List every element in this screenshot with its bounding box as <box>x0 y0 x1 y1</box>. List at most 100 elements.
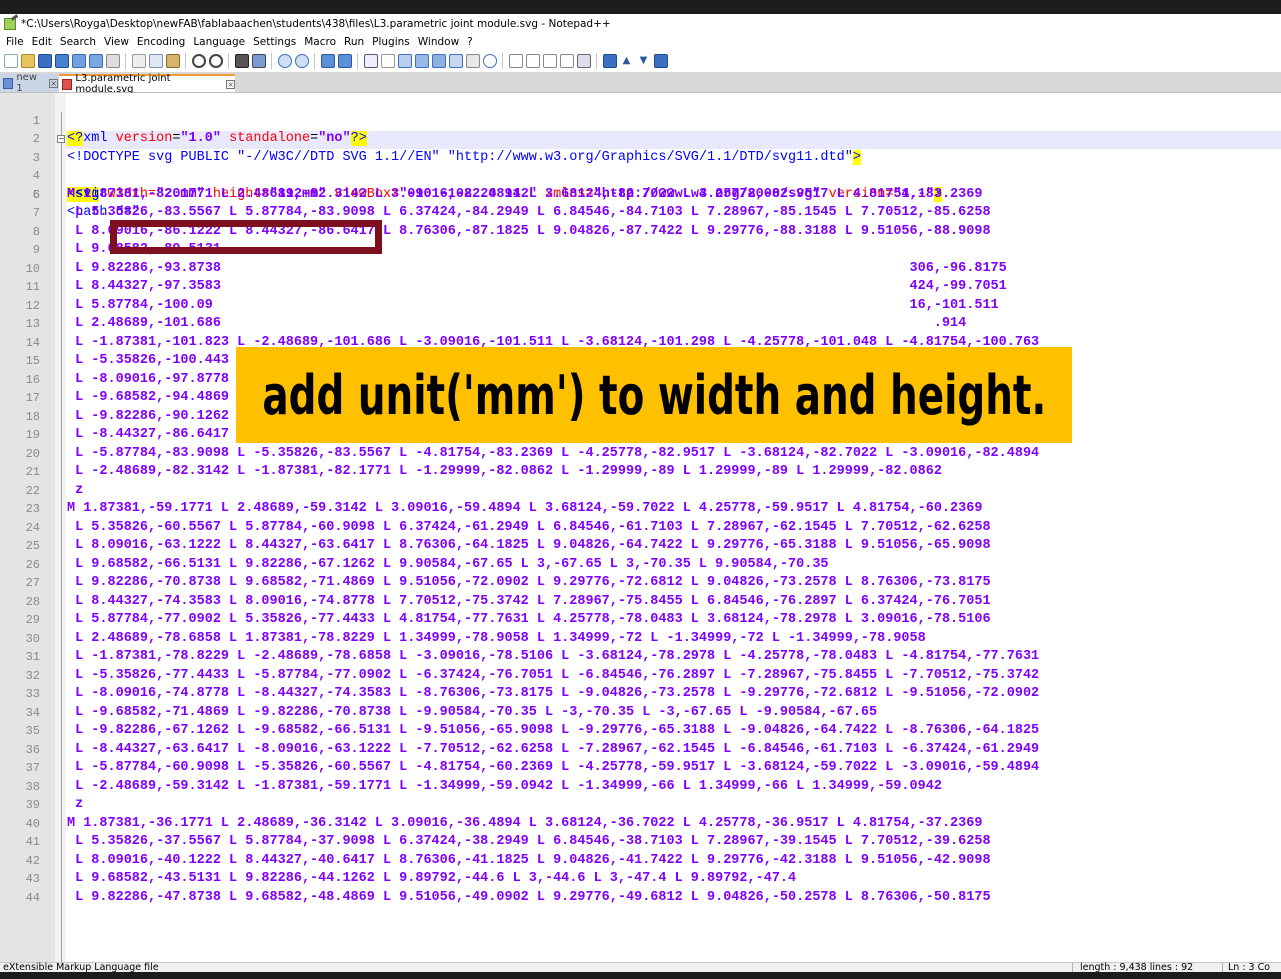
toolbar-separator <box>125 53 126 69</box>
doc-map-icon[interactable] <box>431 54 446 68</box>
zoom-in-icon[interactable] <box>277 54 292 68</box>
title-bar: *C:\Users\Royga\Desktop\newFAB\fablabaac… <box>0 14 1281 34</box>
up-arrow-icon[interactable]: ▲ <box>619 54 634 68</box>
file-icon <box>3 77 14 89</box>
menu-view[interactable]: View <box>100 36 133 48</box>
save-macro-icon[interactable] <box>576 54 591 68</box>
toolbar-separator <box>357 53 358 69</box>
line-number: 7 <box>32 206 40 220</box>
code-line: 30 L 2.48689,-78.6858 L 1.87381,-78.8229… <box>0 630 1281 649</box>
code-line: 23 M 1.87381,-59.1771 L 2.48689,-59.3142 … <box>0 500 1281 519</box>
function-list-icon[interactable] <box>448 54 463 68</box>
code-line: 6 M 1.87381,-82.1771 L 2.48689,-82.3142 L… <box>0 186 1281 205</box>
undo-icon[interactable] <box>191 54 206 68</box>
toolbar-separator <box>271 53 272 69</box>
code-text: z <box>67 797 84 812</box>
code-text: M 1.87381,-36.1771 L 2.48689,-36.3142 L … <box>67 815 983 831</box>
code-text: L 9.82286,-70.8738 L 9.68582,-71.4869 L … <box>67 575 991 590</box>
annotation-callout: add unit('mm') to width and height. <box>236 347 1072 443</box>
code-line: 11 L 8.44327,-97.3583 424,-99.7051 <box>0 278 1281 297</box>
code-line: 4 <tit <box>0 149 1281 202</box>
line-number: 26 <box>25 557 40 572</box>
code-line: 43 L 9.68582,-43.5131 L 9.82286,-44.1262… <box>0 870 1281 889</box>
code-text: L -5.35826,-77.4433 L -5.87784,-77.0902 … <box>67 667 1040 683</box>
play-macro-icon[interactable] <box>542 54 557 68</box>
find-icon[interactable] <box>234 54 249 68</box>
code-text: L -8.44327,-63.6417 L -8.09016,-63.1222 … <box>67 741 1040 757</box>
redo-icon[interactable] <box>208 54 223 68</box>
code-text: L -9.82286,-67.1262 L -9.68582,-66.5131 … <box>67 723 1040 738</box>
code-editor[interactable]: 1 <?xml version="1.0" standalone="no"?> … <box>0 93 1281 962</box>
line-number: 31 <box>25 650 40 664</box>
code-text: L -2.48689,-59.3142 L -1.87381,-59.1771 … <box>67 778 942 794</box>
indent-guide-icon[interactable] <box>397 54 412 68</box>
line-number: 25 <box>25 539 40 553</box>
fold-toggle-icon[interactable]: − <box>57 135 65 143</box>
menu-edit[interactable]: Edit <box>28 36 56 48</box>
cut-icon[interactable] <box>131 54 146 68</box>
line-number: 13 <box>25 317 40 331</box>
paste-icon[interactable] <box>165 54 180 68</box>
code-line: 31 L -1.87381,-78.8229 L -2.48689,-78.68… <box>0 648 1281 667</box>
close-icon[interactable]: × <box>226 79 235 89</box>
toolbar-separator <box>314 53 315 69</box>
line-number: 33 <box>25 687 40 701</box>
folder-workspace-icon[interactable] <box>465 54 480 68</box>
word-wrap-icon[interactable] <box>363 54 378 68</box>
replace-icon[interactable] <box>251 54 266 68</box>
code-text: L -1.87381,-78.8229 L -2.48689,-78.6858 … <box>67 649 1040 664</box>
save-icon[interactable] <box>37 54 52 68</box>
menu-plugins[interactable]: Plugins <box>368 36 414 48</box>
print-icon[interactable] <box>105 54 120 68</box>
close-all-icon[interactable] <box>88 54 103 68</box>
code-text: L 5.35826,-60.5567 L 5.87784,-60.9098 L … <box>67 519 991 535</box>
code-text: L 8.09016,-63.1222 L 8.44327,-63.6417 L … <box>67 538 991 553</box>
code-line: 28 L 8.44327,-74.3583 L 8.09016,-74.8778… <box>0 593 1281 612</box>
open-file-icon[interactable] <box>20 54 35 68</box>
code-line: 33 L -8.09016,-74.8778 L -8.44327,-74.35… <box>0 685 1281 704</box>
close-icon[interactable]: × <box>49 78 58 88</box>
sync-vertical-icon[interactable] <box>320 54 335 68</box>
menu-settings[interactable]: Settings <box>249 36 300 48</box>
line-number: 32 <box>25 668 40 683</box>
toolbar-separator <box>596 53 597 69</box>
record-macro-icon[interactable] <box>508 54 523 68</box>
menu-help[interactable]: ? <box>463 36 477 48</box>
tab-active-file[interactable]: L3.parametric joint module.svg × <box>59 73 235 95</box>
line-number: 39 <box>25 798 40 812</box>
tab-bar: new 1 × L3.parametric joint module.svg × <box>0 72 1281 95</box>
menu-encoding[interactable]: Encoding <box>133 36 189 48</box>
menu-file[interactable]: File <box>0 36 28 48</box>
code-line: 13 L 2.48689,-101.686 .914 <box>0 315 1281 334</box>
menu-window[interactable]: Window <box>414 36 463 48</box>
notepad-app-icon <box>4 18 16 30</box>
code-line: 5 <path d=" <box>0 167 1281 221</box>
stop-macro-icon[interactable] <box>525 54 540 68</box>
code-line: 27 L 9.82286,-70.8738 L 9.68582,-71.4869… <box>0 574 1281 593</box>
menu-search[interactable]: Search <box>56 36 100 48</box>
sync-horizontal-icon[interactable] <box>337 54 352 68</box>
code-line: 39 z <box>0 796 1281 815</box>
line-number: 43 <box>25 872 40 886</box>
menu-language[interactable]: Language <box>189 36 249 48</box>
menu-run[interactable]: Run <box>340 36 368 48</box>
show-all-characters-icon[interactable] <box>380 54 395 68</box>
down-arrow-icon[interactable]: ▼ <box>636 54 651 68</box>
line-number: 11 <box>25 280 40 294</box>
code-line: 35 L -9.82286,-67.1262 L -9.68582,-66.51… <box>0 722 1281 741</box>
language-icon[interactable] <box>414 54 429 68</box>
new-file-icon[interactable] <box>3 54 18 68</box>
sort-alt-icon[interactable] <box>653 54 668 68</box>
save-all-icon[interactable] <box>54 54 69 68</box>
sort-icon[interactable] <box>602 54 617 68</box>
copy-icon[interactable] <box>148 54 163 68</box>
code-text: L 8.44327,-97.3583 424,-99.7051 <box>67 279 1007 294</box>
line-number: 36 <box>25 742 40 757</box>
close-file-icon[interactable] <box>71 54 86 68</box>
line-number: 28 <box>25 594 40 609</box>
tab-new-1[interactable]: new 1 × <box>0 72 58 94</box>
monitoring-icon[interactable] <box>482 54 497 68</box>
zoom-out-icon[interactable] <box>294 54 309 68</box>
run-macro-multiple-icon[interactable] <box>559 54 574 68</box>
menu-macro[interactable]: Macro <box>300 36 340 48</box>
